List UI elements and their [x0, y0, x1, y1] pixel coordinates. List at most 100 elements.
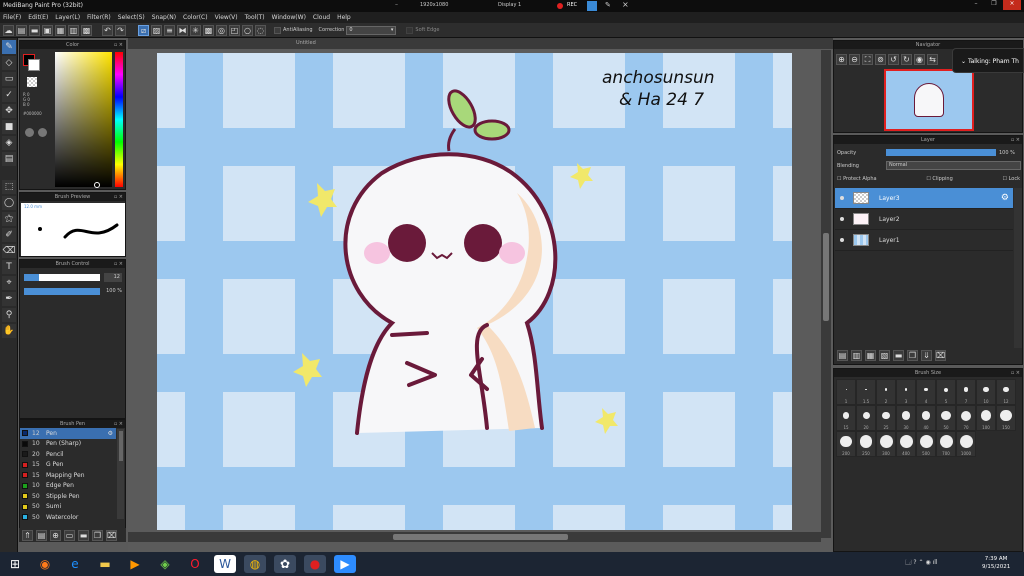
zoom-actual-icon[interactable]: ⊚ [875, 54, 886, 65]
brush-size-option[interactable]: 150 [996, 405, 1016, 431]
zoom-in-icon[interactable]: ⊕ [836, 54, 847, 65]
menu-snap[interactable]: Snap(N) [152, 14, 176, 21]
move-tool-icon[interactable]: ✥ [2, 104, 16, 118]
brush-size-option[interactable]: 400 [896, 431, 916, 457]
layer-opacity-slider[interactable] [886, 149, 996, 156]
magic-wand-icon[interactable]: ⚝ [2, 212, 16, 226]
eye-icon[interactable] [840, 196, 844, 200]
restore-icon[interactable]: ❐ [986, 0, 1002, 10]
save-icon[interactable]: ▣ [42, 24, 53, 36]
medibang-taskbar-icon[interactable]: ✿ [274, 555, 296, 573]
brush-list-item[interactable]: 50 Sumi [20, 502, 116, 513]
zoom-icon[interactable]: ▶ [334, 555, 356, 573]
brush-size-option[interactable]: 15 [836, 405, 856, 431]
brush-up-icon[interactable]: ⇑ [22, 529, 33, 541]
protect-alpha-checkbox[interactable]: ☐ Protect Alpha [837, 176, 877, 182]
background-color-swatch[interactable] [28, 59, 40, 71]
menu-filter[interactable]: Filter(R) [87, 14, 111, 21]
layer-row[interactable]: Layer1 [835, 230, 1013, 251]
horizontal-scroll-thumb[interactable] [393, 534, 568, 540]
close-panel-icon[interactable]: ▫ × [114, 41, 123, 49]
check-tool-icon[interactable]: ✓ [2, 88, 16, 102]
gradient-tool-icon[interactable]: ▤ [2, 152, 16, 166]
brush-list-item[interactable]: 50 Stipple Pen [20, 491, 116, 502]
media-player-icon[interactable]: ▶ [124, 555, 146, 573]
menu-color[interactable]: Color(C) [183, 14, 208, 21]
brush-size-option[interactable]: 50 [936, 405, 956, 431]
chat-icon[interactable]: ▬ [29, 24, 40, 36]
navigator-thumbnail[interactable] [884, 69, 974, 131]
brush-copy-icon[interactable]: ▭ [64, 529, 75, 541]
brush-list-item[interactable]: 15 Mapping Pen [20, 470, 116, 481]
layer-row[interactable]: Layer2 [835, 209, 1013, 230]
brush-list-item[interactable]: 12 Pen ⚙ [20, 428, 116, 439]
opera-icon[interactable]: O [184, 555, 206, 573]
eye-icon[interactable] [840, 238, 844, 242]
snap-square-icon[interactable]: ◎ [216, 24, 227, 36]
select-eraser-icon[interactable]: ⌫ [2, 244, 16, 258]
menu-help[interactable]: Help [337, 14, 351, 21]
image-icon[interactable]: ▦ [55, 24, 66, 36]
close-panel-icon[interactable]: ▫ × [114, 420, 123, 428]
brush-size-option[interactable]: 250 [856, 431, 876, 457]
menu-view[interactable]: View(V) [215, 14, 238, 21]
layer-row[interactable]: Layer3 ⚙ [835, 188, 1013, 209]
brush-size-option[interactable]: 30 [896, 405, 916, 431]
brush-size-option[interactable]: 10 [976, 379, 996, 405]
brush-size-slider[interactable] [24, 274, 100, 281]
eye-icon[interactable] [840, 217, 844, 221]
eraser-tool-icon[interactable]: ◇ [2, 56, 16, 70]
brush-add-icon[interactable]: ⊕ [50, 529, 61, 541]
lock-checkbox[interactable]: ☐ Lock [1003, 176, 1020, 182]
new-layer-icon[interactable]: ▤ [837, 350, 848, 361]
chrome-icon[interactable]: ◍ [244, 555, 266, 573]
clock[interactable]: 7:39 AM 9/15/2021 [982, 555, 1010, 571]
redo-icon[interactable]: ↷ [115, 24, 126, 36]
brush-size-option[interactable]: 12 [996, 379, 1016, 405]
soft-edge-checkbox[interactable] [406, 26, 414, 34]
new-8bit-layer-icon[interactable]: ▦ [865, 350, 876, 361]
flip-icon[interactable]: ⧓ [177, 24, 188, 36]
word-icon[interactable]: W [214, 555, 236, 573]
brush-list-item[interactable]: 15 G Pen [20, 460, 116, 471]
menu-edit[interactable]: Edit(E) [28, 14, 48, 21]
gear-icon[interactable]: ⚙ [108, 430, 113, 437]
minimize-icon[interactable]: – [968, 0, 984, 10]
brush-size-option[interactable]: 300 [876, 431, 896, 457]
eyedropper2-icon[interactable]: ⚲ [2, 308, 16, 322]
antialias-checkbox[interactable] [274, 26, 281, 34]
lines-icon[interactable]: ≡ [164, 24, 175, 36]
brush-size-option[interactable]: 1000 [956, 431, 976, 457]
hatch-icon[interactable]: ▨ [151, 24, 162, 36]
drawing-canvas[interactable]: anchosunsun & Ha 24 7 [157, 53, 792, 530]
zoom-out-icon[interactable]: ⊖ [849, 54, 860, 65]
bucket-tool-icon[interactable]: ◈ [2, 136, 16, 150]
rotate-left-icon[interactable]: ↺ [888, 54, 899, 65]
menu-layer[interactable]: Layer(L) [55, 14, 80, 21]
brush-new-icon[interactable]: ▤ [36, 529, 47, 541]
document-tab[interactable]: Untitled [128, 38, 833, 49]
palette-icon[interactable] [25, 128, 34, 137]
palette-add-icon[interactable] [38, 128, 47, 137]
brush-list-item[interactable]: 50 Watercolor [20, 512, 116, 523]
brush-tool-icon[interactable]: ✎ [2, 40, 16, 54]
lasso-icon[interactable]: ◯ [2, 196, 16, 210]
brush-dup-icon[interactable]: ❐ [92, 529, 103, 541]
tray-icons[interactable]: 🗔 ? ⌃ ◉ ıll [905, 558, 938, 568]
crosshatch-icon[interactable]: ▩ [203, 24, 214, 36]
flip-h-icon[interactable]: ⇆ [927, 54, 938, 65]
display-label[interactable]: Display 1 [498, 2, 521, 8]
firefox-icon[interactable]: ◉ [34, 555, 56, 573]
snap-ellipse-icon[interactable]: ◌ [255, 24, 266, 36]
brush-size-option[interactable]: 500 [916, 431, 936, 457]
brush-size-option[interactable]: 40 [916, 405, 936, 431]
select-pen-icon[interactable]: ✐ [2, 228, 16, 242]
hand-tool-icon[interactable]: ✋ [2, 324, 16, 338]
text-tool-icon[interactable]: T [2, 260, 16, 274]
reset-rotate-icon[interactable]: ◉ [914, 54, 925, 65]
correction-select[interactable]: 0 ▾ [346, 25, 397, 35]
file-explorer-icon[interactable]: ▬ [94, 555, 116, 573]
minimize-rec-icon[interactable]: – [395, 1, 398, 8]
brush-list-scrollbar[interactable] [117, 429, 124, 519]
divide-tool-icon[interactable]: ⌖ [2, 276, 16, 290]
